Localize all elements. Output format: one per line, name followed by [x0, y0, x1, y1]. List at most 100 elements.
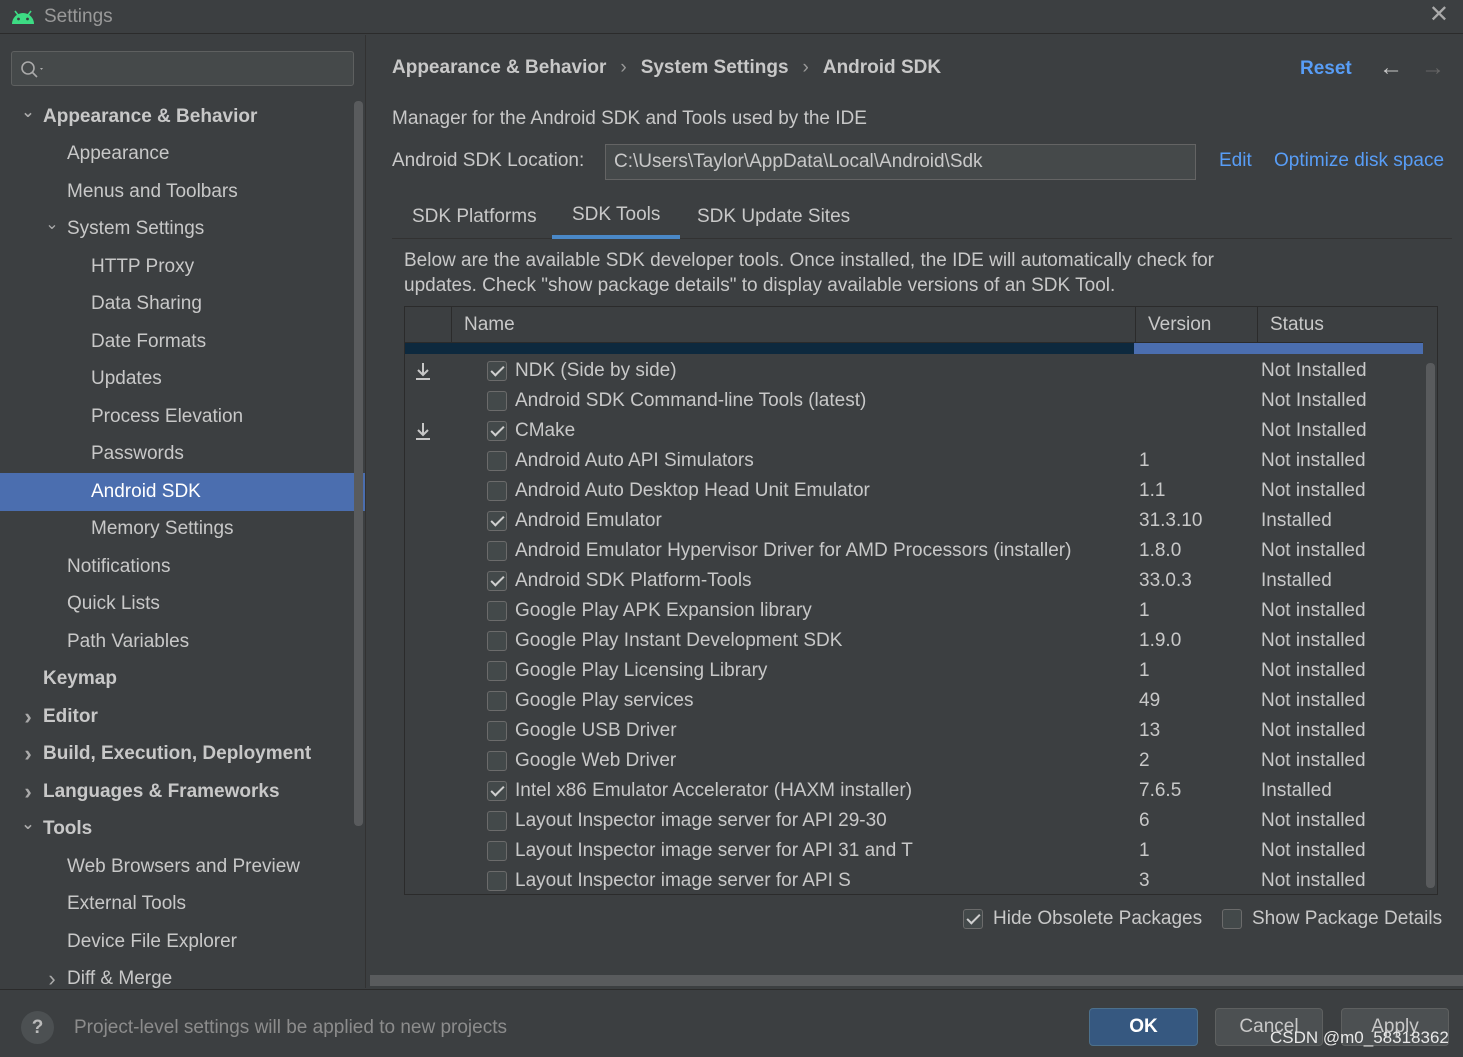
- sidebar-item[interactable]: Date Formats: [0, 323, 352, 361]
- sidebar-item[interactable]: › Languages & Frameworks: [0, 773, 352, 811]
- tab-sdk-update-sites[interactable]: SDK Update Sites: [677, 195, 870, 239]
- forward-arrow-icon[interactable]: →: [1421, 54, 1445, 82]
- sidebar-item[interactable]: Keymap: [0, 661, 352, 699]
- edit-link[interactable]: Edit: [1219, 150, 1252, 172]
- horizontal-scrollbar[interactable]: [370, 975, 1463, 986]
- sidebar-item[interactable]: Notifications: [0, 548, 352, 586]
- row-checkbox[interactable]: [487, 511, 507, 531]
- row-checkbox[interactable]: [487, 781, 507, 801]
- column-header-version[interactable]: Version: [1135, 307, 1257, 343]
- chevron-right-icon[interactable]: ›: [42, 966, 62, 988]
- cell-name: Google Play APK Expansion library: [515, 600, 812, 621]
- sidebar-item[interactable]: ⌄ Appearance & Behavior: [0, 98, 352, 136]
- chevron-down-icon[interactable]: ⌄: [18, 102, 38, 122]
- row-checkbox[interactable]: [487, 571, 507, 591]
- sidebar-item[interactable]: Data Sharing: [0, 286, 352, 324]
- table-row[interactable]: Google Play Licensing Library 1 Not instal…: [405, 656, 1423, 686]
- sidebar-item[interactable]: › Diff & Merge: [0, 961, 352, 988]
- sidebar-item[interactable]: › Build, Execution, Deployment: [0, 736, 352, 774]
- table-row[interactable]: Android Auto API Simulators 1 Not installe…: [405, 446, 1423, 476]
- chevron-down-icon[interactable]: ⌄: [18, 814, 38, 834]
- sidebar-item[interactable]: Web Browsers and Preview: [0, 848, 352, 886]
- table-row[interactable]: Android SDK Platform-Tools 33.0.3 Installe…: [405, 566, 1423, 596]
- table-row[interactable]: Google Web Driver 2 Not installed: [405, 746, 1423, 776]
- row-checkbox[interactable]: [487, 541, 507, 561]
- row-checkbox[interactable]: [487, 481, 507, 501]
- row-checkbox[interactable]: [487, 841, 507, 861]
- sidebar-scrollbar[interactable]: [354, 101, 363, 826]
- table-row[interactable]: Layout Inspector image server for API 31…: [405, 836, 1423, 866]
- row-checkbox[interactable]: [487, 811, 507, 831]
- table-scrollbar[interactable]: [1424, 343, 1437, 894]
- table-row[interactable]: Android SDK Command-line Tools (latest) N…: [405, 386, 1423, 416]
- sdk-location-field[interactable]: [605, 144, 1196, 180]
- sidebar-item[interactable]: › Editor: [0, 698, 352, 736]
- sidebar-item[interactable]: Android SDK: [0, 473, 365, 511]
- sidebar-item[interactable]: Appearance: [0, 136, 352, 174]
- chevron-down-icon[interactable]: ⌄: [42, 214, 62, 234]
- row-checkbox[interactable]: [487, 631, 507, 651]
- table-row[interactable]: Google Play services 49 Not installed: [405, 686, 1423, 716]
- show-details-option[interactable]: Show Package Details: [1222, 908, 1442, 930]
- cell-version: 1: [1139, 660, 1150, 681]
- tab-sdk-platforms[interactable]: SDK Platforms: [392, 195, 557, 239]
- sidebar-item[interactable]: ⌄ Tools: [0, 811, 352, 849]
- table-row[interactable]: Intel x86 Emulator Accelerator (HAXM ins…: [405, 776, 1423, 806]
- row-checkbox[interactable]: [487, 601, 507, 621]
- sidebar-item[interactable]: Memory Settings: [0, 511, 352, 549]
- sidebar-item[interactable]: Quick Lists: [0, 586, 352, 624]
- chevron-right-icon[interactable]: ›: [18, 779, 38, 805]
- table-row[interactable]: Android Emulator 31.3.10 Installed: [405, 506, 1423, 536]
- optimize-disk-space-link[interactable]: Optimize disk space: [1274, 150, 1444, 172]
- chevron-right-icon[interactable]: ›: [18, 741, 38, 767]
- ok-button[interactable]: OK: [1089, 1008, 1198, 1046]
- breadcrumb-item: Appearance & Behavior: [392, 57, 607, 78]
- row-checkbox[interactable]: [487, 361, 507, 381]
- table-row[interactable]: Google Play APK Expansion library 1 Not in…: [405, 596, 1423, 626]
- cell-status: Not installed: [1261, 750, 1366, 771]
- cell-version: 1: [1139, 840, 1150, 861]
- sidebar-item-label: System Settings: [67, 218, 205, 240]
- table-row[interactable]: Google USB Driver 13 Not installed: [405, 716, 1423, 746]
- table-row[interactable]: Layout Inspector image server for API S 3…: [405, 866, 1423, 894]
- table-row[interactable]: Layout Inspector image server for API 29…: [405, 806, 1423, 836]
- cell-name: Android Auto Desktop Head Unit Emulator: [515, 480, 870, 501]
- row-checkbox[interactable]: [487, 691, 507, 711]
- row-checkbox[interactable]: [487, 421, 507, 441]
- sidebar-item[interactable]: Updates: [0, 361, 352, 399]
- table-row[interactable]: Android Auto Desktop Head Unit Emulator 1…: [405, 476, 1423, 506]
- sidebar-item[interactable]: External Tools: [0, 886, 352, 924]
- row-checkbox[interactable]: [487, 451, 507, 471]
- show-details-checkbox[interactable]: [1222, 909, 1242, 929]
- column-header-name[interactable]: Name: [451, 307, 1135, 343]
- hide-obsolete-option[interactable]: Hide Obsolete Packages: [963, 908, 1202, 930]
- table-row[interactable]: CMake Not Installed: [405, 416, 1423, 446]
- column-header-status[interactable]: Status: [1257, 307, 1423, 343]
- sidebar-item[interactable]: Path Variables: [0, 623, 352, 661]
- chevron-right-icon[interactable]: ›: [18, 704, 38, 730]
- sidebar-item[interactable]: Passwords: [0, 436, 352, 474]
- search-input[interactable]: [11, 51, 354, 86]
- sidebar-item[interactable]: Device File Explorer: [0, 923, 352, 961]
- table-row[interactable]: NDK (Side by side) Not Installed: [405, 356, 1423, 386]
- row-checkbox[interactable]: [487, 751, 507, 771]
- row-checkbox[interactable]: [487, 721, 507, 741]
- sidebar-item[interactable]: ⌄ System Settings: [0, 211, 352, 249]
- sidebar-item[interactable]: Menus and Toolbars: [0, 173, 352, 211]
- table-row-partial[interactable]: [405, 343, 1423, 354]
- row-checkbox[interactable]: [487, 391, 507, 411]
- help-icon[interactable]: ?: [21, 1011, 54, 1044]
- back-arrow-icon[interactable]: ←: [1379, 54, 1403, 82]
- hide-obsolete-checkbox[interactable]: [963, 909, 983, 929]
- sidebar-item[interactable]: Process Elevation: [0, 398, 352, 436]
- breadcrumb-item: Android SDK: [822, 57, 942, 78]
- row-checkbox[interactable]: [487, 661, 507, 681]
- row-checkbox[interactable]: [487, 871, 507, 891]
- table-row[interactable]: Google Play Instant Development SDK 1.9.0…: [405, 626, 1423, 656]
- close-icon[interactable]: ✕: [1429, 3, 1449, 27]
- reset-link[interactable]: Reset: [1300, 58, 1352, 80]
- tab-sdk-tools[interactable]: SDK Tools: [552, 195, 681, 239]
- cell-status: Installed: [1261, 510, 1332, 531]
- sidebar-item[interactable]: HTTP Proxy: [0, 248, 352, 286]
- table-row[interactable]: Android Emulator Hypervisor Driver for A…: [405, 536, 1423, 566]
